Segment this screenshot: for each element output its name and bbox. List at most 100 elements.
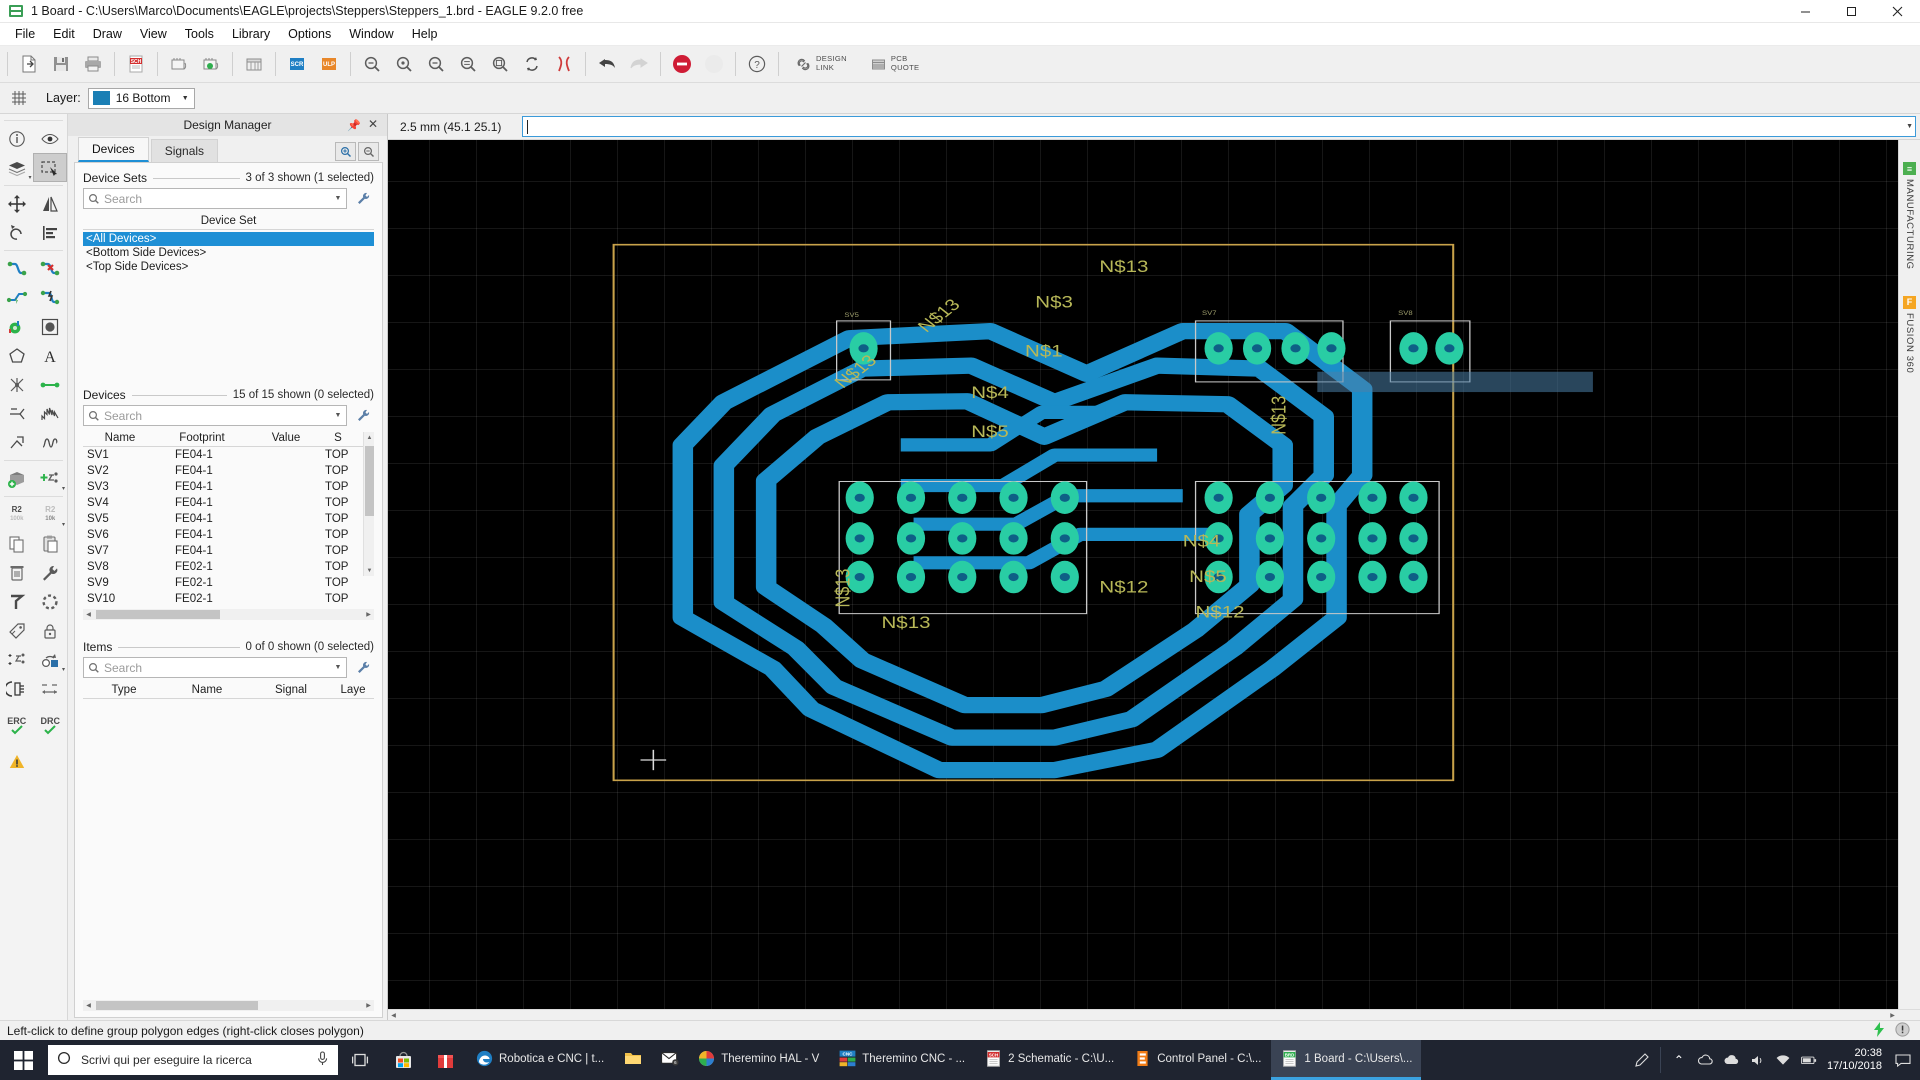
close-button[interactable] [1874,0,1920,23]
change-icon[interactable] [34,558,68,587]
scroll-thumb[interactable] [96,1001,258,1010]
dashed-circle-icon[interactable] [34,587,68,616]
devices-horizontal-scrollbar[interactable]: ◀ ▶ [83,609,374,620]
slice-icon[interactable] [0,428,34,457]
column-side[interactable]: S [325,432,351,444]
speaker-icon[interactable] [1749,1054,1765,1067]
autoroute-icon[interactable] [34,283,68,312]
chevron-down-icon[interactable]: ▼ [330,195,346,202]
warning-icon[interactable] [0,747,34,776]
column-value[interactable]: Value [247,432,325,444]
generate-board-icon[interactable] [196,49,226,79]
scroll-thumb[interactable] [365,446,374,516]
exclamation-icon[interactable] [1895,1021,1910,1040]
delete-icon[interactable] [0,558,34,587]
rail-item-manufacturing[interactable]: ≡ MANUFACTURING [1903,162,1916,270]
connector-icon[interactable] [0,674,34,703]
devices-settings-icon[interactable] [352,406,374,426]
scroll-right-icon[interactable]: ▶ [363,1000,374,1011]
paste-icon[interactable] [34,529,68,558]
print-icon[interactable] [78,49,108,79]
minimize-button[interactable] [1782,0,1828,23]
move-icon[interactable] [0,189,34,218]
pin-icon[interactable]: 📌 [347,119,361,132]
onedrive-icon[interactable] [1697,1054,1713,1066]
table-row[interactable]: SV10 FE02-1 TOP [83,591,363,607]
notification-icon[interactable] [1892,1040,1914,1080]
menu-edit[interactable]: Edit [44,24,84,44]
rail-item-fusion360[interactable]: F FUSION 360 [1903,295,1916,373]
column-layer[interactable]: Laye [333,684,373,696]
add-package-icon[interactable] [0,464,34,493]
chevron-down-icon[interactable]: ▾ [62,521,65,528]
miter-icon[interactable] [34,399,68,428]
scroll-left-icon[interactable]: ◀ [83,609,94,620]
route-icon[interactable] [0,254,34,283]
rotate-icon[interactable] [0,218,34,247]
menu-options[interactable]: Options [279,24,340,44]
smash-icon[interactable]: R2 10k ▾ [34,500,68,529]
script-icon[interactable]: SCR [282,49,312,79]
pcb-quote-button[interactable]: PCB QUOTE [862,52,929,75]
info-icon[interactable] [0,124,34,153]
zoom-out-selection-icon[interactable] [358,142,379,161]
scroll-down-icon[interactable]: ▼ [364,565,375,576]
items-settings-icon[interactable] [352,658,374,678]
close-icon[interactable]: ✕ [368,117,378,131]
zoom-to-selection-icon[interactable] [335,142,356,161]
paint-icon[interactable] [0,587,34,616]
wire-icon[interactable] [34,370,68,399]
command-input[interactable]: ▼ [522,116,1916,137]
menu-library[interactable]: Library [223,24,279,44]
new-icon[interactable] [14,49,44,79]
scroll-up-icon[interactable]: ▲ [364,432,375,443]
pen-tray-icon[interactable] [1634,1053,1650,1067]
canvas-horizontal-scrollbar[interactable]: ◀ ▶ [388,1009,1920,1020]
clock[interactable]: 20:38 17/10/2018 [1827,1047,1882,1073]
column-device-set[interactable]: Device Set [83,215,374,227]
device-sets-settings-icon[interactable] [352,189,374,209]
table-row[interactable]: SV2 FE04-1 TOP [83,463,363,479]
zoom-in-icon[interactable] [389,49,419,79]
dimension-icon[interactable] [34,674,68,703]
tab-devices[interactable]: Devices [78,137,149,162]
save-icon[interactable] [46,49,76,79]
list-item[interactable]: <Top Side Devices> [83,260,374,274]
ripup-icon[interactable] [34,254,68,283]
align-icon[interactable] [34,218,68,247]
menu-file[interactable]: File [6,24,44,44]
ratsnest-icon[interactable] [549,49,579,79]
maximize-button[interactable] [1828,0,1874,23]
autorouter-icon[interactable] [699,49,729,79]
schematic-icon[interactable]: SCH [121,49,151,79]
gift-app-icon[interactable] [424,1040,466,1080]
scroll-left-icon[interactable]: ◀ [83,1000,94,1011]
value-r2-icon[interactable]: R2 100k [0,500,34,529]
menu-window[interactable]: Window [340,24,402,44]
erc-button[interactable]: ERC [0,709,34,743]
column-name[interactable]: Name [165,684,249,696]
taskbar-item-control-panel[interactable]: Control Panel - C:\... [1124,1040,1271,1080]
help-icon[interactable]: ? [742,49,772,79]
taskbar-search-input[interactable]: Scrivi qui per eseguire la ricerca [48,1045,338,1075]
library-icon[interactable] [239,49,269,79]
add-attribute-icon[interactable] [0,645,34,674]
microsoft-store-icon[interactable] [382,1040,424,1080]
table-row[interactable]: SV5 FE04-1 TOP [83,511,363,527]
column-signal[interactable]: Signal [249,684,333,696]
items-search-input[interactable]: Search ▼ [83,657,347,678]
polygon-fill-icon[interactable] [0,312,34,341]
menu-view[interactable]: View [131,24,176,44]
taskbar-item-file-explorer[interactable] [614,1040,651,1080]
chevron-down-icon[interactable]: ▼ [177,89,194,108]
via-route-icon[interactable] [0,283,34,312]
pcb-canvas[interactable]: N$13 N$3 N$1 N$4 N$5 N$13 N$13 N$13 N$13… [388,140,1898,1009]
list-item[interactable]: <All Devices> [83,232,374,246]
scroll-right-icon[interactable]: ▶ [1887,1010,1898,1021]
task-view-icon[interactable] [340,1040,382,1080]
mirror-icon[interactable] [34,189,68,218]
lock-icon[interactable] [34,616,68,645]
zoom-redraw-icon[interactable] [485,49,515,79]
cloud-icon[interactable] [1723,1054,1739,1066]
add-part-icon[interactable]: ▾ [34,464,68,493]
